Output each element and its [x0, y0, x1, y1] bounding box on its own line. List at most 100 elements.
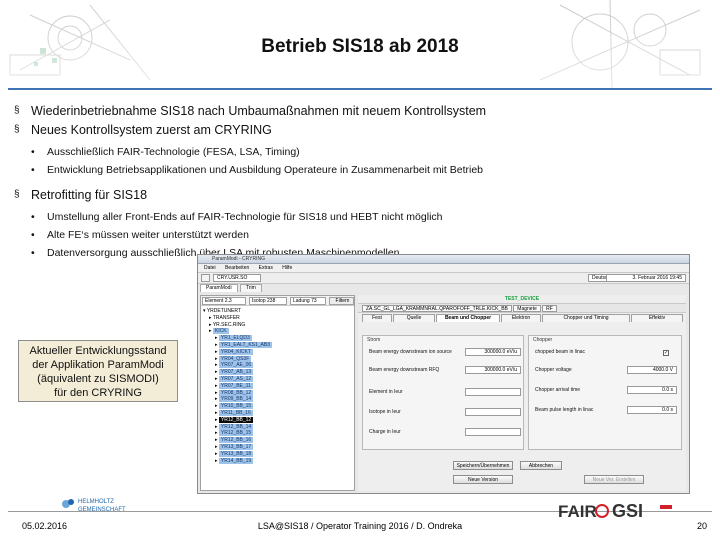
tree-node[interactable]: ▸ YR04_KICKT: [203, 348, 352, 356]
tree-node-label: YR12_BB_16: [218, 437, 254, 444]
tree-node-label: YR07_AB_13: [218, 369, 254, 376]
tree-node[interactable]: ▸ YR12_BB_15: [203, 430, 352, 437]
subtab-chopper-timing[interactable]: Chopper und Timing: [542, 314, 630, 322]
tree-node-label: YR12_BB_12: [218, 416, 254, 423]
menu-item-bearbeiten[interactable]: Bearbeiten: [225, 265, 249, 271]
tree-node[interactable]: ▸ YR07_AB_13: [203, 369, 352, 376]
param-value[interactable]: 300000.0 eV/u: [465, 348, 521, 356]
sub-bullet-marker: •: [31, 229, 35, 241]
helmholtz-line2: GEMEINSCHAFT: [78, 507, 126, 513]
tree-node[interactable]: ▸ YR09_BB_14: [203, 396, 352, 403]
bullet-marker: §: [14, 189, 20, 200]
param-value[interactable]: 4000.0 V: [627, 366, 677, 374]
tree-root[interactable]: ▾ YRDETUNERT: [203, 308, 352, 315]
fair-gsi-logo: FAIR GSI: [556, 497, 702, 523]
tree-node-label: YR13_BB_18: [218, 450, 254, 457]
context-icon[interactable]: [201, 274, 210, 282]
tree-node[interactable]: ▸ YR11_BB_16: [203, 409, 352, 417]
new-version-button[interactable]: Neue Version: [453, 475, 513, 484]
tree-node[interactable]: ▸ YR13_BB_17: [203, 443, 352, 451]
element-filter[interactable]: Element 2.3: [202, 297, 246, 305]
bullet-item: § Neues Kontrollsystem zuerst am CRYRING: [14, 122, 704, 138]
breadcrumb-rf[interactable]: RF: [542, 305, 557, 312]
tree-node-label: YR07_BE_11: [218, 382, 253, 389]
filter-button[interactable]: Filtern: [329, 297, 354, 305]
tree-node-label: YR07_AE_06: [218, 362, 254, 369]
tree-node[interactable]: ▸ YR14_BB_19: [203, 457, 352, 465]
param-label: Chopper arrival time: [535, 387, 581, 393]
gsi-wordmark: GSI: [612, 501, 643, 521]
tree-node[interactable]: ▸ YR04_QS3F: [203, 355, 352, 363]
subtab-fest[interactable]: Fest: [362, 314, 392, 322]
param-value[interactable]: [465, 388, 521, 396]
tree-node-label: YR04_QS3F: [218, 355, 252, 362]
tree-node[interactable]: ▸ YR12_BB_14: [203, 423, 352, 431]
create-version-button[interactable]: Neue Ver. Erstellen: [584, 475, 644, 484]
tree-node-label: YR13_BB_17: [218, 443, 254, 450]
charge-filter[interactable]: Ladung 73: [290, 297, 326, 305]
app-screenshot: ParamModi - CRYRING Datei Bearbeiten Ext…: [197, 254, 690, 494]
tree-node-label: YR14_BB_19: [218, 457, 254, 464]
tree-node[interactable]: ▸ YR1_EALT_KS1_AB3: [203, 341, 352, 349]
breadcrumb-path[interactable]: ZA.SC_GL_LGA_KRAMMNRAL.QPAROFOFF_TRLE.KI…: [362, 305, 512, 312]
title-divider: [8, 88, 712, 90]
sub-bullet-text: Entwicklung Betriebsapplikationen und Au…: [47, 164, 483, 176]
param-value[interactable]: [465, 428, 521, 436]
tab-parammodi[interactable]: ParamModi: [200, 284, 238, 292]
device-tree-panel: Element 2.3 Isotop 238 Ladung 73 Filtern…: [200, 295, 355, 491]
param-value[interactable]: [465, 408, 521, 416]
param-value[interactable]: 0.0 s: [627, 406, 677, 414]
parameter-panel: TEST_DEVICE ZA.SC_GL_LGA_KRAMMNRAL.QPARO…: [358, 295, 686, 491]
tree-filter-bar: Element 2.3 Isotop 238 Ladung 73 Filtern: [201, 296, 354, 306]
tree-node[interactable]: ▸ YR.SEC.RING: [203, 322, 352, 329]
tree-node[interactable]: ▸ YR12_BB_12: [203, 416, 352, 424]
isotope-filter[interactable]: Isotop 238: [249, 297, 287, 305]
subtab-effektiv[interactable]: Effektiv: [631, 314, 683, 322]
menu-item-hilfe[interactable]: Hilfe: [282, 265, 292, 271]
bullet-text: Wiederinbetriebnahme SIS18 nach Umbaumaß…: [31, 104, 487, 118]
context-select[interactable]: CRY.USR.SO: [213, 274, 261, 282]
tree-node[interactable]: ▸ KICK: [203, 328, 352, 335]
tree-node[interactable]: ▸ YR07_AE_06: [203, 362, 352, 369]
sub-bullet-marker: •: [31, 164, 35, 176]
tree-node-label: YR1_ELQD3: [218, 335, 252, 342]
cancel-button[interactable]: Abbrechen: [520, 461, 562, 470]
param-label: Beam energy downstream ion source: [369, 349, 452, 355]
subtab-beam-chopper[interactable]: Beam und Chopper: [436, 314, 500, 322]
tab-trim[interactable]: Trim: [239, 284, 262, 292]
tree-node[interactable]: ▸ YR07_AS_12: [203, 375, 352, 383]
callout-line: Aktueller Entwicklungsstand: [29, 345, 167, 357]
bullet-list: § Wiederinbetriebnahme SIS18 nach Umbauma…: [14, 103, 704, 265]
tree-node[interactable]: ▸ YR1_ELQD3: [203, 335, 352, 342]
tree-node[interactable]: ▸ YR07_BE_11: [203, 382, 352, 390]
menu-item-datei[interactable]: Datei: [204, 265, 216, 271]
tree-node[interactable]: ▸ YR10_BB_15: [203, 403, 352, 410]
sub-bullet-marker: •: [31, 211, 35, 223]
app-tabstrip: ParamModi Trim: [198, 284, 689, 293]
tree-node-label: YR12_BB_14: [218, 423, 254, 430]
param-value[interactable]: 0.0 s: [627, 386, 677, 394]
slide-title: Betrieb SIS18 ab 2018: [261, 36, 459, 57]
sub-bullet-item: • Ausschließlich FAIR-Technologie (FESA, …: [14, 146, 704, 159]
sub-bullet-item: • Alte FE‘s müssen weiter unterstützt wer…: [14, 229, 704, 242]
subtab-strip: Fest Quelle Beam und Chopper Elektron Ch…: [358, 313, 686, 322]
save-button[interactable]: Speichern/Übernehmen: [453, 461, 513, 470]
chopped-beam-checkbox[interactable]: ✓: [663, 350, 669, 356]
tree-node[interactable]: ▸ TRANSFER: [203, 315, 352, 322]
callout-line: der Applikation ParamModi: [32, 359, 164, 371]
menu-item-extras[interactable]: Extras: [259, 265, 273, 271]
sub-bullet-text: Umstellung aller Front-Ends auf FAIR-Tec…: [47, 211, 443, 223]
tree-node[interactable]: ▸ YR08_BB_12: [203, 389, 352, 397]
subtab-elektron[interactable]: Elektron: [501, 314, 541, 322]
bullet-marker: §: [14, 105, 20, 116]
tree-node[interactable]: ▸ YR13_BB_18: [203, 450, 352, 458]
sub-bullet-item: • Entwicklung Betriebsapplikationen und A…: [14, 164, 704, 177]
subtab-quelle[interactable]: Quelle: [393, 314, 435, 322]
tree-node-label: YR12_BB_15: [218, 430, 254, 437]
tree-node[interactable]: ▸ YR12_BB_16: [203, 437, 352, 444]
breadcrumb-magnete[interactable]: Magnete: [513, 305, 541, 312]
tree-node-label: KICK: [212, 328, 229, 335]
app-toolbar: CRY.USR.SO Deutsch 3. Februar 2016 19:45: [198, 273, 689, 284]
param-value[interactable]: 300000.0 eV/u: [465, 366, 521, 374]
param-label: Beam energy downstream RFQ: [369, 367, 440, 373]
